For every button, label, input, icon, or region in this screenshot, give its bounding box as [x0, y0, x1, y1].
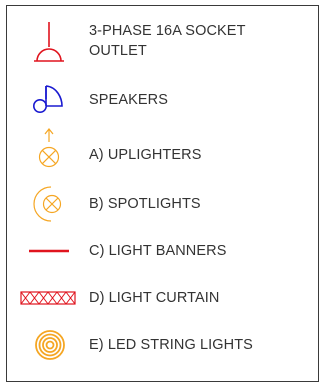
- uplighters-label: A) UPLIGHTERS: [89, 147, 202, 163]
- speaker-icon: [32, 85, 63, 113]
- legend-item-curtain: D) LIGHT CURTAIN: [7, 286, 320, 312]
- legend-item-uplighters: A) UPLIGHTERS: [7, 128, 320, 172]
- spotlight-icon: [33, 186, 62, 222]
- legend-item-banners: C) LIGHT BANNERS: [7, 238, 320, 266]
- socket-label-line2: OUTLET: [89, 43, 147, 59]
- legend-item-string: E) LED STRING LIGHTS: [7, 326, 320, 366]
- banners-label: C) LIGHT BANNERS: [89, 243, 227, 259]
- uplighter-icon: [38, 128, 60, 168]
- legend-item-speakers: SPEAKERS: [7, 84, 320, 114]
- socket-label-line1: 3-PHASE 16A SOCKET: [89, 23, 246, 39]
- light-banner-icon: [29, 249, 69, 253]
- light-curtain-icon: [20, 291, 76, 305]
- spotlights-label: B) SPOTLIGHTS: [89, 196, 201, 212]
- string-label: E) LED STRING LIGHTS: [89, 337, 253, 353]
- socket-outlet-icon: [34, 22, 64, 62]
- legend-item-spotlights: B) SPOTLIGHTS: [7, 184, 320, 224]
- curtain-label: D) LIGHT CURTAIN: [89, 290, 220, 306]
- legend-item-socket: 3-PHASE 16A SOCKET OUTLET: [7, 18, 320, 68]
- speakers-label: SPEAKERS: [89, 92, 168, 108]
- led-string-icon: [35, 330, 65, 360]
- legend-box: 3-PHASE 16A SOCKET OUTLET SPEAKERS A) UP…: [6, 5, 319, 382]
